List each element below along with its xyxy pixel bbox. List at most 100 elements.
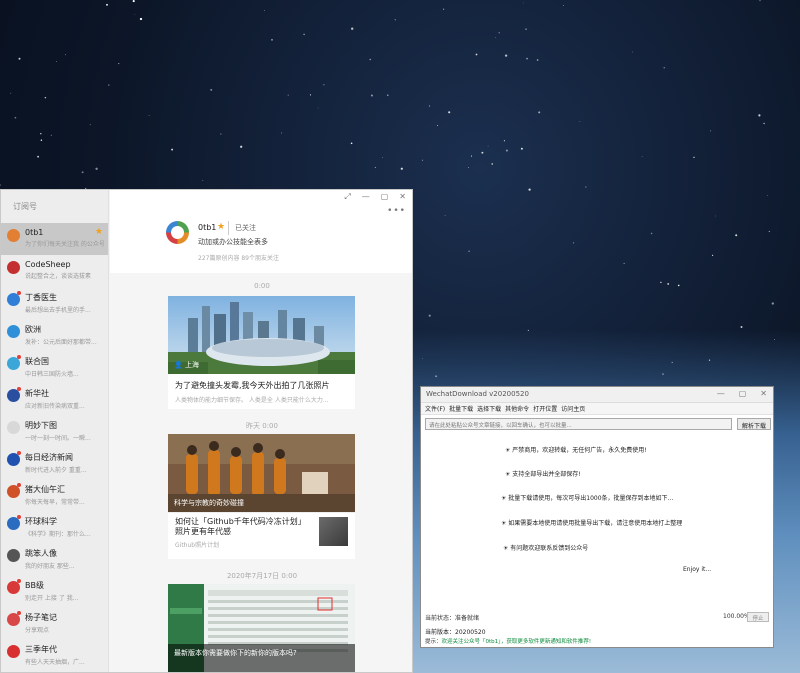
star — [240, 145, 243, 148]
star — [148, 115, 150, 116]
star — [18, 57, 21, 60]
log-line: ☀ 如果需要本地使用请使用批量导出下载，请注意使用本地打上整理 — [501, 520, 683, 527]
download-button[interactable]: 解析下载 — [737, 418, 771, 430]
title-bar[interactable]: WechatDownload v20200520 — ▢ ✕ — [421, 387, 773, 403]
account-list-item[interactable]: 新华社 应对新旧传染病双重... — [1, 383, 108, 415]
enjoy-text: Enjoy it... — [683, 566, 712, 573]
account-latest-article: 说起整合之，谈谈选拔素 — [25, 273, 92, 280]
account-latest-article: 新时代进入前夕 重重... — [25, 467, 87, 474]
maximize-button[interactable]: ▢ — [381, 192, 389, 202]
article-cover-image[interactable]: 👤 上海 — [168, 296, 355, 374]
article-title[interactable]: 为了避免撞头发霉,我今天外出拍了几张照片 — [168, 374, 355, 391]
star — [481, 151, 484, 154]
account-name: 跳笨人像 — [25, 549, 57, 558]
star — [56, 61, 57, 62]
menu-other-commands[interactable]: 其他命令 — [505, 404, 529, 414]
star — [106, 3, 108, 6]
menu-bar: 文件(F) 批量下载 选择下载 其他命令 打开位置 访问主页 — [421, 403, 773, 415]
account-list-item[interactable]: BB级 别走开 上接 了 我... — [1, 575, 108, 607]
article-cover-image[interactable]: 科学与宗教的奇妙碰撞 — [168, 434, 355, 512]
star — [89, 124, 91, 126]
account-latest-article: 中日韩三国防火墙... — [25, 371, 79, 378]
close-button[interactable]: ✕ — [760, 389, 767, 398]
unread-dot-icon — [17, 515, 21, 519]
account-list-item[interactable]: 杨子笔记 分享观点 — [1, 607, 108, 639]
account-list-item[interactable]: 猪大仙午汇 你每天每早，常常带... — [1, 479, 108, 511]
star — [693, 156, 695, 159]
article-cover-image[interactable]: 最新版本你需要做你下的新你的版本吗? — [168, 584, 355, 672]
account-header: 0tb1 ★ 已关注 动加或办公技能全表多 227篇原创内容 89个朋友关注 — [110, 190, 412, 273]
account-avatar — [7, 421, 20, 434]
unread-dot-icon — [17, 611, 21, 615]
menu-open-location[interactable]: 打开位置 — [533, 404, 557, 414]
follow-status[interactable]: 已关注 — [228, 221, 256, 235]
star — [475, 53, 478, 56]
tip-link[interactable]: 欢迎关注公众号「0tb1」，获取更多软件更新通知和软件推荐! — [442, 639, 592, 645]
account-name: 明妙下图 — [25, 421, 57, 430]
progress-percentage: 100.00% — [723, 613, 750, 620]
star — [758, 114, 761, 117]
account-list-item[interactable]: 联合国 中日韩三国防火墙... — [1, 351, 108, 383]
star — [394, 19, 396, 21]
stop-button[interactable]: 停止 — [747, 612, 769, 622]
star — [470, 155, 473, 157]
star — [303, 33, 305, 36]
account-list-item[interactable]: 欧洲 发补：公元后面好那都带... — [1, 319, 108, 351]
star — [350, 142, 353, 145]
account-name: 杨子笔记 — [25, 613, 57, 622]
version-label: 当前版本：20200520 — [425, 629, 486, 636]
star — [40, 133, 42, 135]
star — [287, 94, 289, 96]
menu-file[interactable]: 文件(F) — [425, 404, 445, 414]
star — [714, 215, 716, 217]
account-list-item[interactable]: 丁香医生 最后想出去手机里的手... — [1, 287, 108, 319]
menu-batch-download[interactable]: 批量下载 — [449, 404, 473, 414]
account-list-item[interactable]: 三季年代 有些人天天抽烟，广... — [1, 639, 108, 671]
menu-visit-homepage[interactable]: 访问主页 — [561, 404, 585, 414]
sub-article-row[interactable]: 如何让「Github千年代码冷冻计划」照片更有年代感 Github照片计划 — [168, 512, 355, 552]
star — [735, 234, 738, 237]
star — [525, 28, 527, 30]
account-list-item[interactable]: 0tb1 为了你们每天关注我 的公众号... ★ — [1, 223, 108, 255]
article-card[interactable]: 科学与宗教的奇妙碰撞 如何让「Github千年代码冷冻计划」照片更有年代感 Gi… — [168, 434, 355, 559]
star — [771, 302, 774, 305]
maximize-button[interactable]: ▢ — [739, 389, 747, 398]
close-button[interactable]: ✕ — [399, 192, 406, 202]
star — [740, 326, 743, 328]
url-input[interactable]: 请在此处粘贴公众号文章链接，以回车确认，也可以批量... — [425, 418, 732, 430]
star — [663, 67, 665, 69]
article-card[interactable]: 👤 上海 为了避免撞头发霉,我今天外出拍了几张照片 人类物体的能力细节保存。 人… — [168, 296, 355, 409]
account-name[interactable]: 0tb1 — [198, 223, 216, 232]
article-card[interactable]: 最新版本你需要做你下的新你的版本吗? — [168, 584, 355, 672]
account-avatar[interactable] — [166, 221, 189, 244]
star — [660, 281, 662, 284]
sub-article-title[interactable]: 如何让「Github千年代码冷冻计划」照片更有年代感 — [175, 517, 305, 537]
account-list-item[interactable]: 环球科学 《科学》期刊：那什么... — [1, 511, 108, 543]
more-options-icon[interactable]: ••• — [387, 206, 406, 216]
star — [370, 94, 373, 97]
sub-article-meta: Github照片计划 — [175, 542, 220, 549]
star — [387, 94, 389, 96]
star — [118, 63, 120, 65]
account-list-item[interactable]: CodeSheep 说起整合之，谈谈选拔素 — [1, 255, 108, 287]
window-controls: ⤢ — ▢ ✕ — [344, 192, 406, 202]
account-latest-article: 你每天每早，常常带... — [25, 499, 85, 506]
minimize-button[interactable]: — — [717, 389, 725, 398]
star — [448, 111, 451, 114]
star — [0, 184, 1, 186]
pin-icon[interactable]: ⤢ — [344, 192, 350, 202]
window-controls: — ▢ ✕ — [717, 389, 767, 398]
wechat-subscription-window: 订阅号 0tb1 为了你们每天关注我 的公众号... ★ CodeSheep 说起整合之… — [0, 189, 413, 673]
star — [768, 230, 770, 233]
menu-select-download[interactable]: 选择下载 — [477, 404, 501, 414]
account-list-item[interactable]: 明妙下图 一时一刻一时间。一瞬... — [1, 415, 108, 447]
sub-article-thumbnail[interactable] — [319, 517, 348, 546]
account-list-item[interactable]: 跳笨人像 我的好朋友 那些... — [1, 543, 108, 575]
minimize-button[interactable]: — — [362, 192, 370, 202]
account-avatar — [7, 229, 20, 242]
star-icon[interactable]: ★ — [217, 222, 225, 232]
account-name: 0tb1 — [25, 228, 44, 237]
account-list-item[interactable]: 每日经济新闻 新时代进入前夕 重重... — [1, 447, 108, 479]
unread-dot-icon — [17, 387, 21, 391]
tip-prefix: 提示： — [425, 639, 442, 645]
